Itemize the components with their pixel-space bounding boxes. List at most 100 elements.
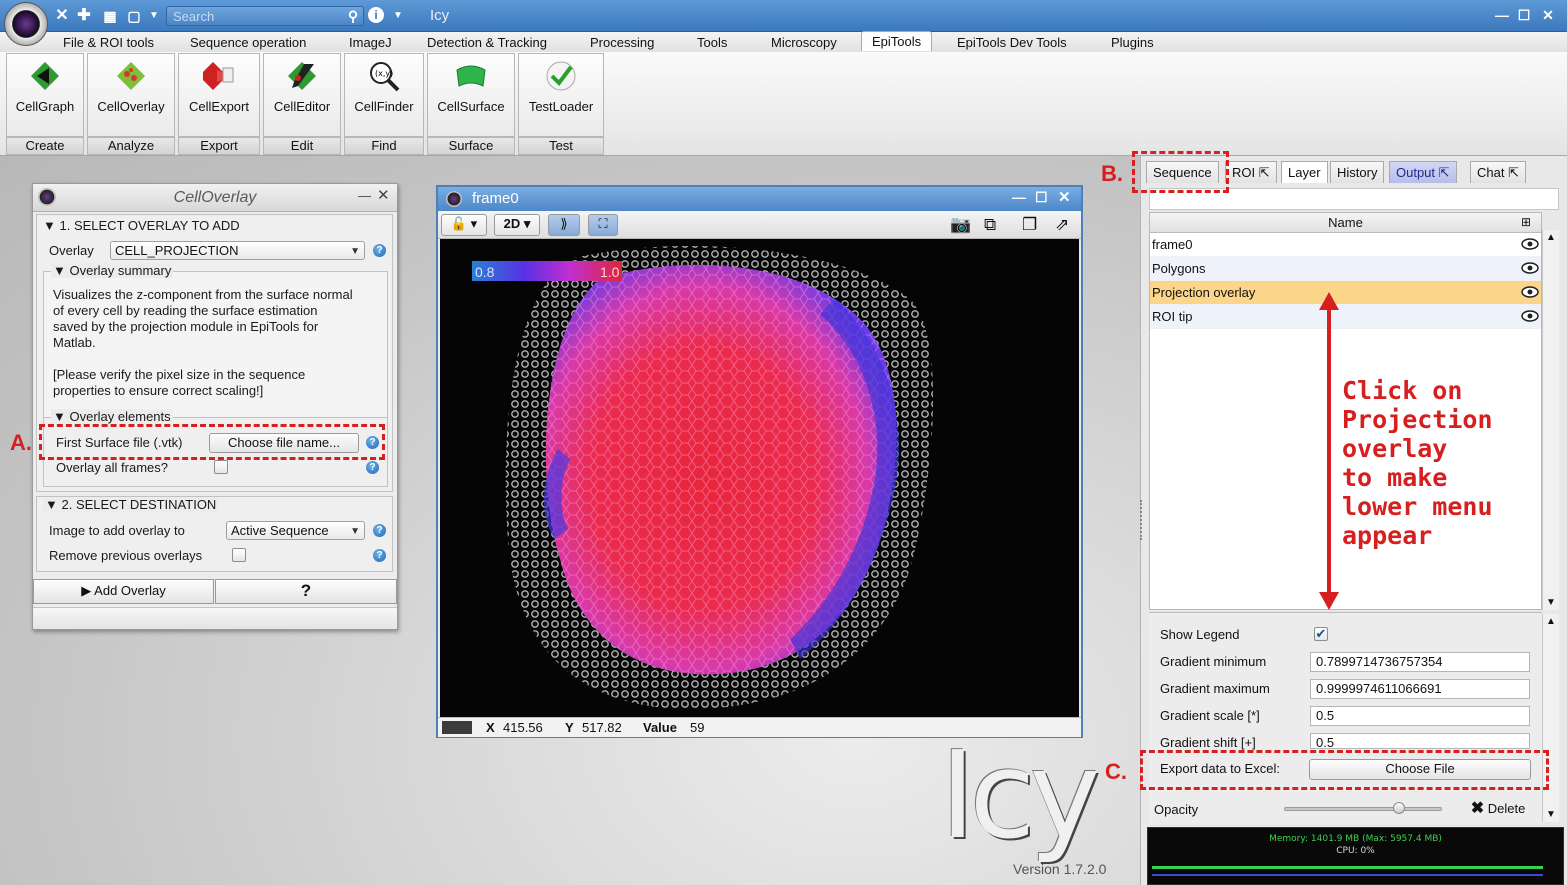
memory-monitor: Memory: 1401.9 MB (Max: 5957.4 MB) CPU: … (1147, 827, 1564, 885)
overlay-summary-header[interactable]: ▼ Overlay summary (51, 263, 174, 278)
menu-epitools[interactable]: EpiTools (861, 31, 933, 51)
layers-toggle-icon[interactable]: ⟫ (548, 214, 580, 236)
minimize-icon[interactable]: — (1012, 189, 1026, 205)
screenshot-icon[interactable]: 📷 (950, 215, 971, 235)
cellfinder-button[interactable]: (x,y) CellFinder (344, 53, 424, 137)
viewer-toolbar: 🔓 ▾ 2D ▾ ⟫ ⛶ 📷 ⧉ ❐ ⇗ (438, 211, 1081, 239)
minimize-icon[interactable]: — (1493, 7, 1511, 23)
checkmark-icon (546, 61, 576, 91)
tab-layer[interactable]: Layer (1281, 161, 1328, 183)
help-icon[interactable]: ? (373, 524, 386, 537)
celloverlay-titlebar[interactable]: CellOverlay — ✕ (33, 184, 397, 212)
menu-sequence-operation[interactable]: Sequence operation (180, 33, 316, 52)
remove-overlays-checkbox[interactable] (232, 548, 246, 562)
table-header[interactable]: Name (1150, 213, 1541, 233)
cellsurface-button[interactable]: CellSurface (427, 53, 515, 137)
section2-header[interactable]: ▼ 2. SELECT DESTINATION (43, 497, 219, 512)
lock-icon[interactable]: 🔓 ▾ (441, 214, 487, 236)
menu-microscopy[interactable]: Microscopy (761, 33, 847, 52)
close-icon[interactable]: ✕ (1058, 188, 1071, 206)
eye-icon[interactable] (1521, 238, 1539, 250)
annotation-box-a (39, 424, 385, 460)
help-icon[interactable]: ? (366, 461, 379, 474)
menu-imagej[interactable]: ImageJ (339, 33, 402, 52)
gradient-shift-field[interactable]: 0.5 (1310, 733, 1530, 750)
info-icon[interactable]: i (368, 7, 384, 23)
window-icon[interactable]: ▢ (124, 6, 144, 26)
section1-header[interactable]: ▼ 1. SELECT OVERLAY TO ADD (43, 218, 240, 233)
cellgraph-button[interactable]: CellGraph (6, 53, 84, 137)
properties-scrollbar[interactable]: ▲ ▼ (1542, 614, 1559, 822)
view-mode-select[interactable]: 2D ▾ (494, 214, 540, 236)
column-settings-icon[interactable]: ⊞ (1521, 215, 1531, 229)
cellexport-icon (203, 62, 234, 90)
close-icon[interactable]: ✕ (377, 186, 390, 204)
icy-logo-icon[interactable] (4, 2, 48, 46)
overlay-select[interactable]: CELL_PROJECTION ▼ (110, 241, 365, 260)
eye-icon[interactable] (1521, 310, 1539, 322)
detach-icon[interactable]: ⇗ (1055, 215, 1069, 235)
chevron-down-icon[interactable]: ▼ (144, 6, 164, 26)
cpu-graph-line (1152, 874, 1543, 876)
help-button[interactable]: ? (215, 579, 397, 604)
overlay-all-frames-checkbox[interactable] (214, 460, 228, 474)
tools-icon[interactable]: ✕ (52, 6, 72, 26)
gradient-scale-field[interactable]: 0.5 (1310, 706, 1530, 726)
tab-chat[interactable]: Chat ⇱ (1470, 161, 1526, 183)
help-icon[interactable]: ? (373, 549, 386, 562)
eye-icon[interactable] (1521, 286, 1539, 298)
maximize-icon[interactable]: ☐ (1035, 189, 1048, 206)
celloverlay-button[interactable]: CellOverlay (87, 53, 175, 137)
menu-processing[interactable]: Processing (580, 33, 664, 52)
image-canvas[interactable]: 0.8 1.0 (440, 239, 1079, 718)
menu-file-roi[interactable]: File & ROI tools (53, 33, 164, 52)
menu-epitools-dev[interactable]: EpiTools Dev Tools (947, 33, 1077, 52)
cell-image: 0.8 1.0 (440, 239, 1079, 718)
fit-to-window-icon[interactable]: ⛶ (588, 214, 618, 236)
show-legend-checkbox[interactable]: ✔ (1314, 627, 1328, 641)
delete-icon: ✖ (1470, 800, 1485, 817)
opacity-slider-thumb[interactable] (1393, 802, 1405, 814)
info-chevron-icon[interactable]: ▼ (388, 6, 408, 26)
gradient-max-field[interactable]: 0.9999974611066691 (1310, 679, 1530, 699)
external-link-icon: ⇱ (1258, 165, 1270, 180)
search-input[interactable]: Search (166, 6, 364, 26)
legend-min: 0.8 (475, 264, 495, 280)
delete-button[interactable]: ✖ Delete (1458, 798, 1538, 820)
search-icon[interactable]: ⚲ (343, 6, 363, 26)
viewer-titlebar[interactable]: frame0 — ☐ ✕ (438, 187, 1081, 211)
tab-output[interactable]: Output ⇱ (1389, 161, 1457, 183)
splitter-handle[interactable] (1140, 500, 1144, 540)
tab-history[interactable]: History (1330, 161, 1385, 183)
eye-icon[interactable] (1521, 262, 1539, 274)
menu-detection-tracking[interactable]: Detection & Tracking (417, 33, 557, 52)
layer-row-polygons[interactable]: Polygons (1150, 257, 1541, 281)
copy-icon[interactable]: ❐ (1022, 215, 1037, 235)
layer-row-projection-overlay[interactable]: Projection overlay (1150, 281, 1541, 305)
celleditor-icon (288, 62, 316, 90)
duplicate-icon[interactable]: ⧉ (984, 215, 996, 235)
gradient-shift-label: Gradient shift [+] (1160, 735, 1256, 750)
version-label: Version 1.7.2.0 (1013, 861, 1107, 877)
celleditor-button[interactable]: CellEditor (263, 53, 341, 137)
image-destination-select[interactable]: Active Sequence ▼ (226, 521, 365, 540)
opacity-label: Opacity (1154, 802, 1199, 817)
plugin-icon[interactable]: ✚ (74, 6, 94, 26)
gradient-min-field[interactable]: 0.7899714736757354 (1310, 652, 1530, 672)
menu-plugins[interactable]: Plugins (1101, 33, 1164, 52)
menu-tools[interactable]: Tools (687, 33, 737, 52)
help-icon[interactable]: ? (373, 244, 386, 257)
tab-roi[interactable]: ROI ⇱ (1225, 161, 1277, 183)
opacity-slider[interactable] (1284, 807, 1442, 811)
maximize-icon[interactable]: ☐ (1515, 7, 1533, 24)
add-overlay-button[interactable]: ▶ Add Overlay (33, 579, 214, 604)
minimize-icon[interactable]: — (358, 188, 371, 203)
layer-row-frame0[interactable]: frame0 (1150, 233, 1541, 257)
layer-row-roi-tip[interactable]: ROI tip (1150, 305, 1541, 329)
cellexport-button[interactable]: CellExport (178, 53, 260, 137)
testloader-button[interactable]: TestLoader (518, 53, 604, 137)
close-icon[interactable]: ✕ (1539, 7, 1557, 24)
overlay-elements-header[interactable]: ▼ Overlay elements (51, 409, 173, 424)
layout-icon[interactable]: ▦ (100, 6, 120, 26)
layer-table-scrollbar[interactable]: ▲ ▼ (1542, 230, 1559, 610)
